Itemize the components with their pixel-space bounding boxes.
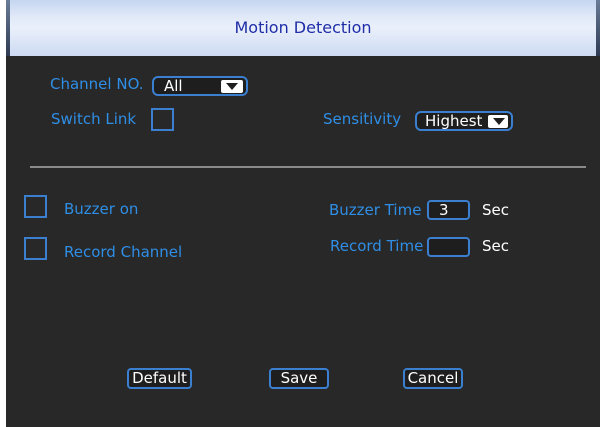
default-button[interactable]: Default [127, 368, 192, 389]
channel-label: Channel NO. [50, 75, 144, 93]
window-title: Motion Detection [234, 18, 372, 37]
buzzer-time-label: Buzzer Time [329, 201, 422, 219]
record-time-unit: Sec [482, 237, 509, 255]
cancel-button[interactable]: Cancel [403, 368, 463, 389]
buzzer-label: Buzzer on [64, 200, 139, 218]
sensitivity-select[interactable]: Highest [415, 111, 513, 131]
motion-detection-window: Motion Detection Channel NO. All Switch … [6, 0, 600, 427]
chevron-down-icon[interactable] [488, 115, 508, 128]
record-channel-checkbox[interactable] [24, 237, 47, 260]
channel-select[interactable]: All [152, 76, 248, 96]
record-time-label: Record Time [330, 237, 424, 255]
switch-link-checkbox[interactable] [151, 108, 174, 131]
channel-select-value: All [164, 77, 183, 95]
record-channel-label: Record Channel [64, 243, 183, 261]
title-bar: Motion Detection [6, 0, 600, 56]
switch-link-label: Switch Link [51, 110, 137, 128]
buzzer-time-unit: Sec [482, 201, 509, 219]
sensitivity-select-value: Highest [425, 112, 483, 130]
save-button[interactable]: Save [269, 368, 329, 389]
chevron-down-icon[interactable] [221, 80, 243, 93]
section-divider [30, 166, 586, 168]
buzzer-checkbox[interactable] [24, 195, 47, 218]
buzzer-time-input[interactable]: 3 [427, 200, 470, 220]
sensitivity-label: Sensitivity [323, 110, 402, 128]
record-time-input[interactable] [427, 237, 470, 257]
